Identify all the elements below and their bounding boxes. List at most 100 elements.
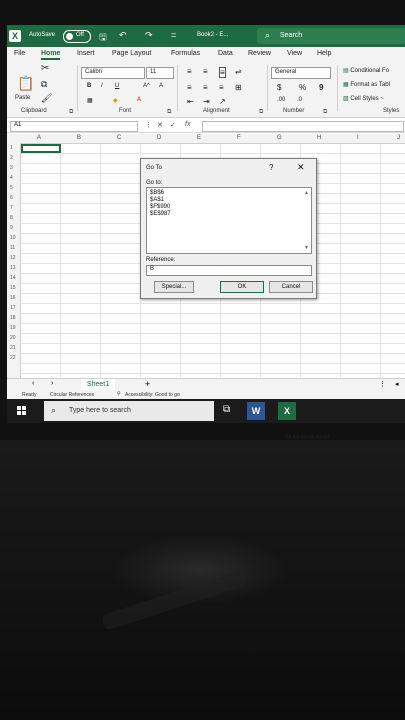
align-center-icon[interactable]: ≡ bbox=[203, 83, 208, 92]
bold-button[interactable]: B bbox=[87, 83, 91, 89]
reference-input[interactable]: B bbox=[146, 265, 312, 276]
tab-review[interactable]: Review bbox=[248, 50, 271, 57]
tab-data[interactable]: Data bbox=[218, 50, 233, 57]
number-launcher-icon[interactable]: ⧉ bbox=[323, 109, 327, 116]
scroll-left-icon[interactable]: ◂ bbox=[395, 380, 399, 388]
row-header[interactable]: 21 bbox=[10, 345, 16, 351]
decrease-decimal-icon[interactable]: .0 bbox=[297, 97, 302, 103]
copy-icon[interactable]: ⧉ bbox=[41, 79, 47, 90]
tab-insert[interactable]: Insert bbox=[77, 50, 95, 57]
word-app-icon[interactable]: W bbox=[247, 402, 265, 420]
row-header[interactable]: 1 bbox=[10, 145, 13, 151]
enter-icon[interactable]: ✓ bbox=[170, 121, 176, 129]
row-header[interactable]: 18 bbox=[10, 315, 16, 321]
tab-page-layout[interactable]: Page Layout bbox=[112, 50, 151, 57]
row-header[interactable]: 6 bbox=[10, 195, 13, 201]
status-circular[interactable]: Circular References bbox=[50, 392, 94, 398]
goto-list[interactable]: $B$6 $A$1 $F$990 $E$987 ▲ ▼ bbox=[146, 187, 312, 254]
row-header[interactable]: 9 bbox=[10, 225, 13, 231]
row-header[interactable]: 19 bbox=[10, 325, 16, 331]
scroll-down-icon[interactable]: ▼ bbox=[304, 245, 309, 251]
cut-icon[interactable]: ✂ bbox=[41, 63, 49, 74]
increase-indent-icon[interactable]: ⇥ bbox=[203, 97, 210, 106]
format-painter-icon[interactable]: 🖌 bbox=[41, 93, 52, 104]
more-options-icon[interactable]: ⋮ bbox=[145, 121, 152, 129]
row-header[interactable]: 12 bbox=[10, 255, 16, 261]
font-launcher-icon[interactable]: ⧉ bbox=[167, 109, 171, 116]
decrease-indent-icon[interactable]: ⇤ bbox=[187, 97, 194, 106]
name-box[interactable]: A1 bbox=[10, 121, 138, 132]
wrap-text-icon[interactable]: ⇌ bbox=[235, 67, 242, 76]
row-header[interactable]: 4 bbox=[10, 175, 13, 181]
align-right-icon[interactable]: ≡ bbox=[219, 83, 224, 92]
shrink-font-button[interactable]: A bbox=[159, 83, 163, 89]
row-header[interactable]: 13 bbox=[10, 265, 16, 271]
tab-home[interactable]: Home bbox=[41, 50, 61, 60]
row-header[interactable]: 7 bbox=[10, 205, 13, 211]
formula-input[interactable] bbox=[202, 121, 404, 132]
task-view-icon[interactable]: ⧉ bbox=[223, 404, 230, 415]
grow-font-button[interactable]: A^ bbox=[143, 83, 150, 89]
orientation-icon[interactable]: ↗ bbox=[219, 97, 226, 106]
align-top-icon[interactable]: ≡ bbox=[187, 67, 192, 76]
fill-color-icon[interactable]: ◆ bbox=[113, 97, 118, 104]
font-name-select[interactable]: Calibri bbox=[81, 67, 145, 79]
column-header[interactable]: B bbox=[77, 135, 81, 141]
row-header[interactable]: 5 bbox=[10, 185, 13, 191]
increase-decimal-icon[interactable]: .00 bbox=[277, 97, 285, 103]
undo-icon[interactable]: ↶ bbox=[119, 30, 127, 41]
windows-start-icon[interactable] bbox=[17, 406, 27, 416]
customize-toolbar-icon[interactable]: = bbox=[171, 30, 176, 40]
conditional-formatting-button[interactable]: ▤ Conditional Fo bbox=[343, 67, 389, 74]
autosave-toggle[interactable]: Off bbox=[63, 30, 91, 43]
comma-button[interactable]: 9 bbox=[319, 83, 323, 92]
italic-button[interactable]: I bbox=[101, 83, 103, 89]
cancel-icon[interactable]: ✕ bbox=[157, 121, 163, 129]
list-item[interactable]: $E$987 bbox=[150, 211, 171, 217]
list-item[interactable]: $B$6 bbox=[150, 190, 164, 196]
row-header[interactable]: 14 bbox=[10, 275, 16, 281]
align-bottom-icon[interactable]: ≡ bbox=[219, 67, 226, 78]
scroll-up-icon[interactable]: ▲ bbox=[304, 190, 309, 196]
underline-button[interactable]: U bbox=[115, 83, 119, 89]
prev-sheet-icon[interactable]: ‹ bbox=[32, 380, 34, 387]
row-header[interactable]: 22 bbox=[10, 355, 16, 361]
add-sheet-button[interactable]: + bbox=[145, 379, 150, 389]
insert-function-button[interactable]: fx bbox=[185, 121, 190, 128]
row-header[interactable]: 16 bbox=[10, 295, 16, 301]
excel-app-icon[interactable]: X bbox=[278, 402, 296, 420]
tab-view[interactable]: View bbox=[287, 50, 302, 57]
options-icon[interactable]: ⋮ bbox=[379, 380, 386, 388]
next-sheet-icon[interactable]: › bbox=[51, 380, 53, 387]
save-icon[interactable]: 🖫 bbox=[99, 30, 107, 46]
tab-help[interactable]: Help bbox=[317, 50, 331, 57]
column-header[interactable]: H bbox=[317, 135, 321, 141]
list-item[interactable]: $F$990 bbox=[150, 204, 170, 210]
alignment-launcher-icon[interactable]: ⧉ bbox=[259, 109, 263, 116]
row-header[interactable]: 20 bbox=[10, 335, 16, 341]
column-header[interactable]: A bbox=[37, 135, 41, 141]
row-header[interactable]: 11 bbox=[10, 245, 15, 251]
borders-icon[interactable]: ▦ bbox=[87, 97, 93, 104]
column-header[interactable]: J bbox=[397, 135, 400, 141]
column-header[interactable]: D bbox=[157, 135, 161, 141]
font-size-select[interactable]: 11 bbox=[146, 67, 174, 79]
search-box[interactable]: ⌕ Search bbox=[257, 28, 405, 44]
tab-formulas[interactable]: Formulas bbox=[171, 50, 200, 57]
active-cell[interactable] bbox=[21, 144, 61, 153]
row-header[interactable]: 10 bbox=[10, 235, 16, 241]
number-format-select[interactable]: General bbox=[271, 67, 331, 79]
row-header[interactable]: 3 bbox=[10, 165, 13, 171]
column-header[interactable]: I bbox=[357, 135, 359, 141]
list-item[interactable]: $A$1 bbox=[150, 197, 164, 203]
cancel-button[interactable]: Cancel bbox=[269, 281, 313, 293]
paste-label[interactable]: Paste bbox=[15, 95, 30, 101]
clipboard-launcher-icon[interactable]: ⧉ bbox=[69, 109, 73, 116]
row-header[interactable]: 17 bbox=[10, 305, 16, 311]
percent-button[interactable]: % bbox=[299, 83, 306, 92]
column-header[interactable]: E bbox=[197, 135, 201, 141]
row-header[interactable]: 8 bbox=[10, 215, 13, 221]
ok-button[interactable]: OK bbox=[220, 281, 264, 293]
column-header[interactable]: C bbox=[117, 135, 121, 141]
currency-button[interactable]: $ bbox=[277, 83, 281, 92]
